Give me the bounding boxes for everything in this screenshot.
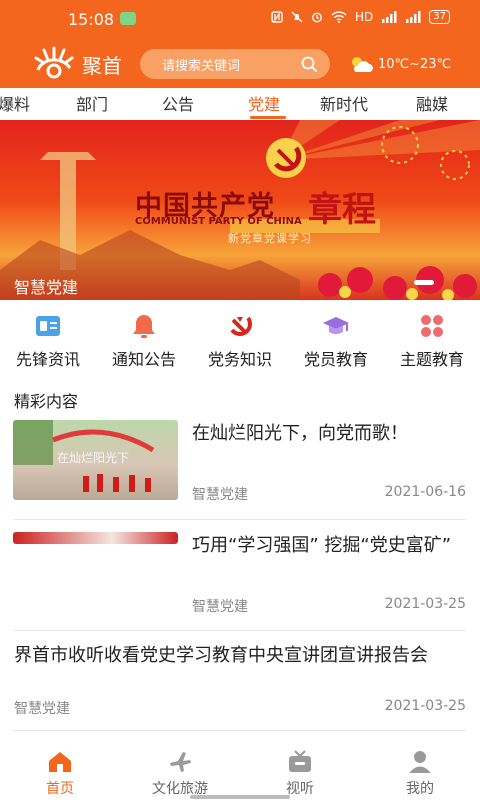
search-placeholder: 请搜索关键词 xyxy=(162,58,241,74)
quick-item-label: 先锋资讯 xyxy=(15,350,80,369)
news-title[interactable]: 巧用“学习强国” 挖掘“党史富矿” xyxy=(192,532,467,560)
party-emblem-icon xyxy=(230,316,252,336)
status-time: 15:08 xyxy=(68,10,115,29)
signal-icon xyxy=(406,11,421,23)
banner-carousel[interactable]: 中国共产党 章程 COMMUNIST PARTY OF CHINA 新党章党课学… xyxy=(0,120,480,300)
banner-subtitle-en: COMMUNIST PARTY OF CHINA xyxy=(135,216,302,227)
app-root: 15:08 HD 37 聚首 请搜索关键词 10℃~23℃ 爆料 部门 公告 党… xyxy=(0,0,480,800)
home-indicator[interactable] xyxy=(190,795,290,799)
quick-item-zhuti[interactable]: 主题教育 xyxy=(384,312,480,370)
nav-label: 我的 xyxy=(406,781,434,797)
nav-home[interactable]: 首页 xyxy=(12,750,108,798)
nav-label: 首页 xyxy=(46,781,74,797)
divider xyxy=(13,730,466,731)
tab-dangjian[interactable]: 党建 xyxy=(248,91,280,115)
app-logo-icon xyxy=(34,46,74,79)
tab-baoliao[interactable]: 爆料 xyxy=(0,91,30,115)
news-title[interactable]: 在灿烂阳光下，向党而歌！ xyxy=(192,420,467,448)
svg-text:在灿烂阳光下: 在灿烂阳光下 xyxy=(57,451,129,465)
quick-item-dangwu[interactable]: 党务知识 xyxy=(192,312,288,370)
status-bar: 15:08 HD 37 xyxy=(0,0,480,38)
divider xyxy=(13,519,466,520)
section-title: 精彩内容 xyxy=(14,392,79,411)
category-tabs: 爆料 部门 公告 党建 新时代 融媒 xyxy=(0,88,480,120)
weather-widget[interactable]: 10℃~23℃ xyxy=(348,54,451,74)
tab-bumen[interactable]: 部门 xyxy=(76,91,108,115)
news-title[interactable]: 界首市收听收看党史学习教育中央宣讲团宣讲报告会 xyxy=(14,642,470,670)
signal-icon xyxy=(382,11,397,23)
chat-icon xyxy=(120,12,136,25)
tab-rongmei[interactable]: 融媒 xyxy=(416,91,448,115)
app-logo-text: 聚首 xyxy=(82,54,122,78)
tab-xinshidai[interactable]: 新时代 xyxy=(320,91,368,115)
news-date: 2021-03-25 xyxy=(384,698,466,714)
nav-audio-video[interactable]: 视听 xyxy=(252,750,348,798)
airplane-icon xyxy=(170,752,191,772)
tv-icon xyxy=(289,750,311,772)
quick-item-dangyuan[interactable]: 党员教育 xyxy=(288,312,384,370)
news-date: 2021-03-25 xyxy=(384,596,466,612)
active-tab-indicator xyxy=(250,116,286,119)
divider xyxy=(13,630,466,631)
nfc-icon xyxy=(271,11,283,23)
banner-subtitle: 新党章党课学习 xyxy=(228,232,312,245)
home-icon xyxy=(49,752,71,772)
user-icon xyxy=(409,751,431,773)
banner-title-big: 章程 xyxy=(308,190,376,230)
battery-indicator: 37 xyxy=(429,10,450,24)
bottom-nav: 首页 文化旅游 视听 我的 xyxy=(0,744,480,800)
news-item[interactable]: 在灿烂阳光下 在灿烂阳光下，向党而歌！ 智慧党建 2021-06-16 xyxy=(0,420,480,520)
news-item[interactable]: 界首市收听收看党史学习教育中央宣讲团宣讲报告会 智慧党建 2021-03-25 xyxy=(0,642,480,732)
clover-icon xyxy=(421,315,443,337)
quick-item-label: 党务知识 xyxy=(207,350,272,369)
quick-item-label: 党员教育 xyxy=(303,350,368,369)
quick-menu: 先锋资讯 通知公告 党务知识 党员教育 主题教育 xyxy=(0,312,480,374)
news-source: 智慧党建 xyxy=(192,599,248,615)
tab-gonggao[interactable]: 公告 xyxy=(162,91,194,115)
news-source: 智慧党建 xyxy=(192,487,248,503)
alarm-icon xyxy=(312,12,322,23)
news-source: 智慧党建 xyxy=(14,701,70,717)
nav-culture-travel[interactable]: 文化旅游 xyxy=(132,750,228,798)
quick-item-label: 主题教育 xyxy=(399,350,464,369)
news-date: 2021-06-16 xyxy=(384,484,466,500)
search-icon[interactable] xyxy=(300,55,318,73)
status-icons: HD 37 xyxy=(271,10,450,24)
search-input[interactable]: 请搜索关键词 xyxy=(140,49,330,79)
network-type: HD xyxy=(355,10,374,24)
quick-item-xianfeng[interactable]: 先锋资讯 xyxy=(0,312,96,370)
wifi-icon xyxy=(331,11,347,23)
bell-icon xyxy=(133,315,155,338)
news-card-icon xyxy=(36,316,60,336)
news-thumbnail: 在灿烂阳光下 xyxy=(13,420,178,500)
quick-item-label: 通知公告 xyxy=(111,350,176,369)
news-thumbnail xyxy=(13,532,178,544)
graduation-cap-icon xyxy=(323,317,349,334)
banner-caption: 智慧党建 xyxy=(14,278,79,297)
quick-item-tongzhi[interactable]: 通知公告 xyxy=(96,312,192,370)
news-item[interactable]: 巧用“学习强国” 挖掘“党史富矿” 智慧党建 2021-03-25 xyxy=(0,532,480,632)
mute-icon xyxy=(291,11,303,23)
carousel-indicator xyxy=(414,280,434,285)
app-header: 聚首 请搜索关键词 10℃~23℃ xyxy=(0,38,480,88)
weather-temperature: 10℃~23℃ xyxy=(378,56,452,72)
partly-cloudy-icon xyxy=(352,57,373,72)
news-thumbnail-image: 在灿烂阳光下 xyxy=(13,420,155,492)
nav-mine[interactable]: 我的 xyxy=(372,750,468,798)
